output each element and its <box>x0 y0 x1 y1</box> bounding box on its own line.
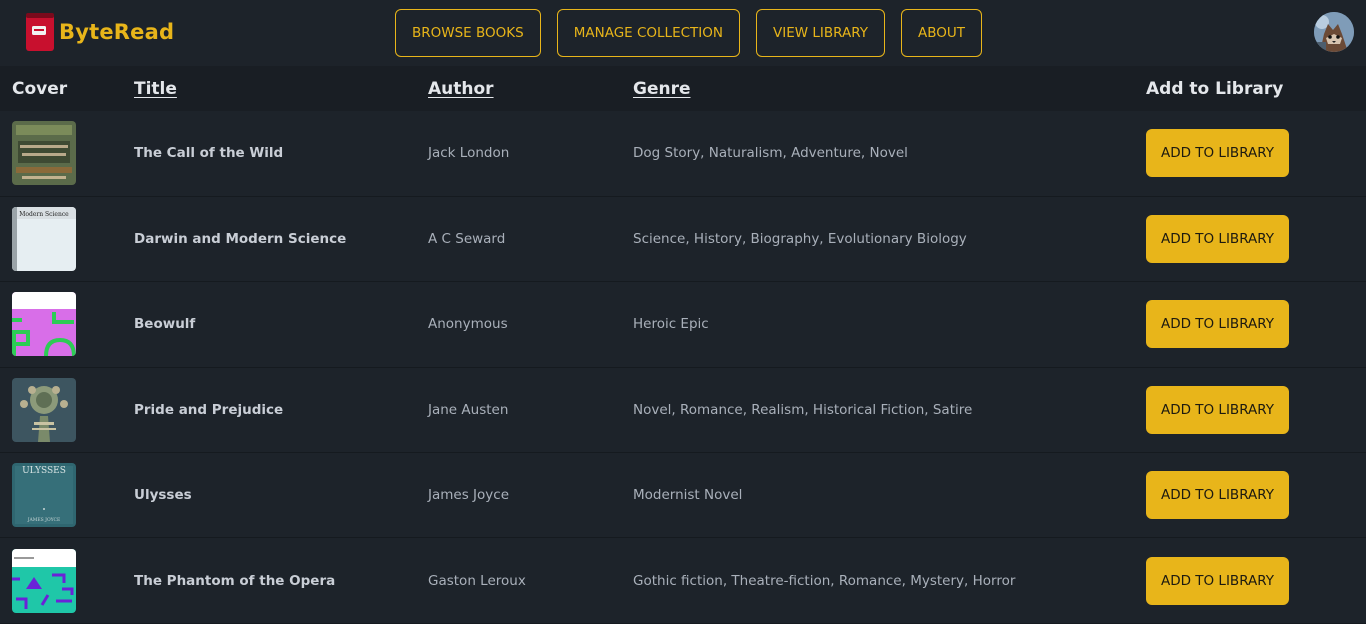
book-title: The Call of the Wild <box>134 145 284 162</box>
table-header-row: Cover Title Author Genre Add to Library <box>0 66 1366 111</box>
book-title: The Phantom of the Opera <box>134 572 336 589</box>
brand-logo-link[interactable]: ByteRead <box>24 12 174 52</box>
book-icon <box>24 12 56 52</box>
call-of-the-wild-cover-icon <box>12 121 76 186</box>
darwin-cover-icon: Modern Science <box>12 207 76 272</box>
books-table: Cover Title Author Genre Add to Library <box>0 66 1366 624</box>
add-to-library-button[interactable]: ADD TO LIBRARY <box>1146 129 1289 178</box>
pride-and-prejudice-cover-icon <box>12 377 76 442</box>
phantom-cover-icon <box>12 548 76 613</box>
author-column-header[interactable]: Author <box>428 66 633 111</box>
add-to-library-button[interactable]: ADD TO LIBRARY <box>1146 471 1289 520</box>
book-genre: Science, History, Biography, Evolutionar… <box>633 231 967 248</box>
book-genre: Gothic fiction, Theatre-fiction, Romance… <box>633 572 1016 589</box>
brand-name: ByteRead <box>59 20 175 44</box>
top-navbar: ByteRead BROWSE BOOKS MANAGE COLLECTION … <box>0 0 1366 66</box>
main-navigation: BROWSE BOOKS MANAGE COLLECTION VIEW LIBR… <box>395 9 982 57</box>
book-title: Darwin and Modern Science <box>134 231 347 248</box>
user-avatar[interactable] <box>1314 12 1354 52</box>
book-author: Gaston Leroux <box>428 572 526 589</box>
manage-collection-button[interactable]: MANAGE COLLECTION <box>556 9 740 57</box>
genre-column-header[interactable]: Genre <box>633 66 1146 111</box>
browse-books-button[interactable]: BROWSE BOOKS <box>395 9 541 57</box>
book-genre: Heroic Epic <box>633 316 709 333</box>
add-column-header: Add to Library <box>1146 78 1284 99</box>
ulysses-cover-icon: ULYSSES JAMES JOYCE <box>12 463 76 528</box>
book-title: Pride and Prejudice <box>134 401 284 418</box>
book-title: Beowulf <box>134 316 196 333</box>
book-author: James Joyce <box>428 487 509 504</box>
book-genre: Modernist Novel <box>633 487 743 504</box>
svg-text:JAMES JOYCE: JAMES JOYCE <box>27 517 61 523</box>
cover-column-header: Cover <box>12 78 68 99</box>
add-to-library-button[interactable]: ADD TO LIBRARY <box>1146 215 1289 264</box>
title-column-header[interactable]: Title <box>134 66 428 111</box>
svg-text:Modern Science: Modern Science <box>19 211 69 218</box>
table-row: Modern Science Darwin and Modern Science… <box>0 196 1366 282</box>
add-to-library-button[interactable]: ADD TO LIBRARY <box>1146 556 1289 605</box>
table-row: The Phantom of the Opera Gaston Leroux G… <box>0 538 1366 624</box>
book-genre: Dog Story, Naturalism, Adventure, Novel <box>633 145 908 162</box>
raccoon-avatar-icon <box>1314 12 1354 52</box>
view-library-button[interactable]: VIEW LIBRARY <box>755 9 885 57</box>
table-row: Beowulf Anonymous Heroic Epic ADD TO LIB… <box>0 282 1366 368</box>
add-to-library-button[interactable]: ADD TO LIBRARY <box>1146 385 1289 434</box>
book-author: Jack London <box>428 145 510 162</box>
add-to-library-button[interactable]: ADD TO LIBRARY <box>1146 300 1289 349</box>
book-author: Jane Austen <box>428 401 509 418</box>
book-genre: Novel, Romance, Realism, Historical Fict… <box>633 401 973 418</box>
svg-text:ULYSSES: ULYSSES <box>22 466 66 476</box>
book-author: Anonymous <box>428 316 508 333</box>
beowulf-cover-icon <box>12 292 76 357</box>
book-title: Ulysses <box>134 487 192 504</box>
table-row: ULYSSES JAMES JOYCE Ulysses James Joyce … <box>0 453 1366 538</box>
table-row: Pride and Prejudice Jane Austen Novel, R… <box>0 367 1366 453</box>
table-row: The Call of the Wild Jack London Dog Sto… <box>0 111 1366 197</box>
book-author: A C Seward <box>428 231 506 248</box>
about-button[interactable]: ABOUT <box>900 9 982 57</box>
